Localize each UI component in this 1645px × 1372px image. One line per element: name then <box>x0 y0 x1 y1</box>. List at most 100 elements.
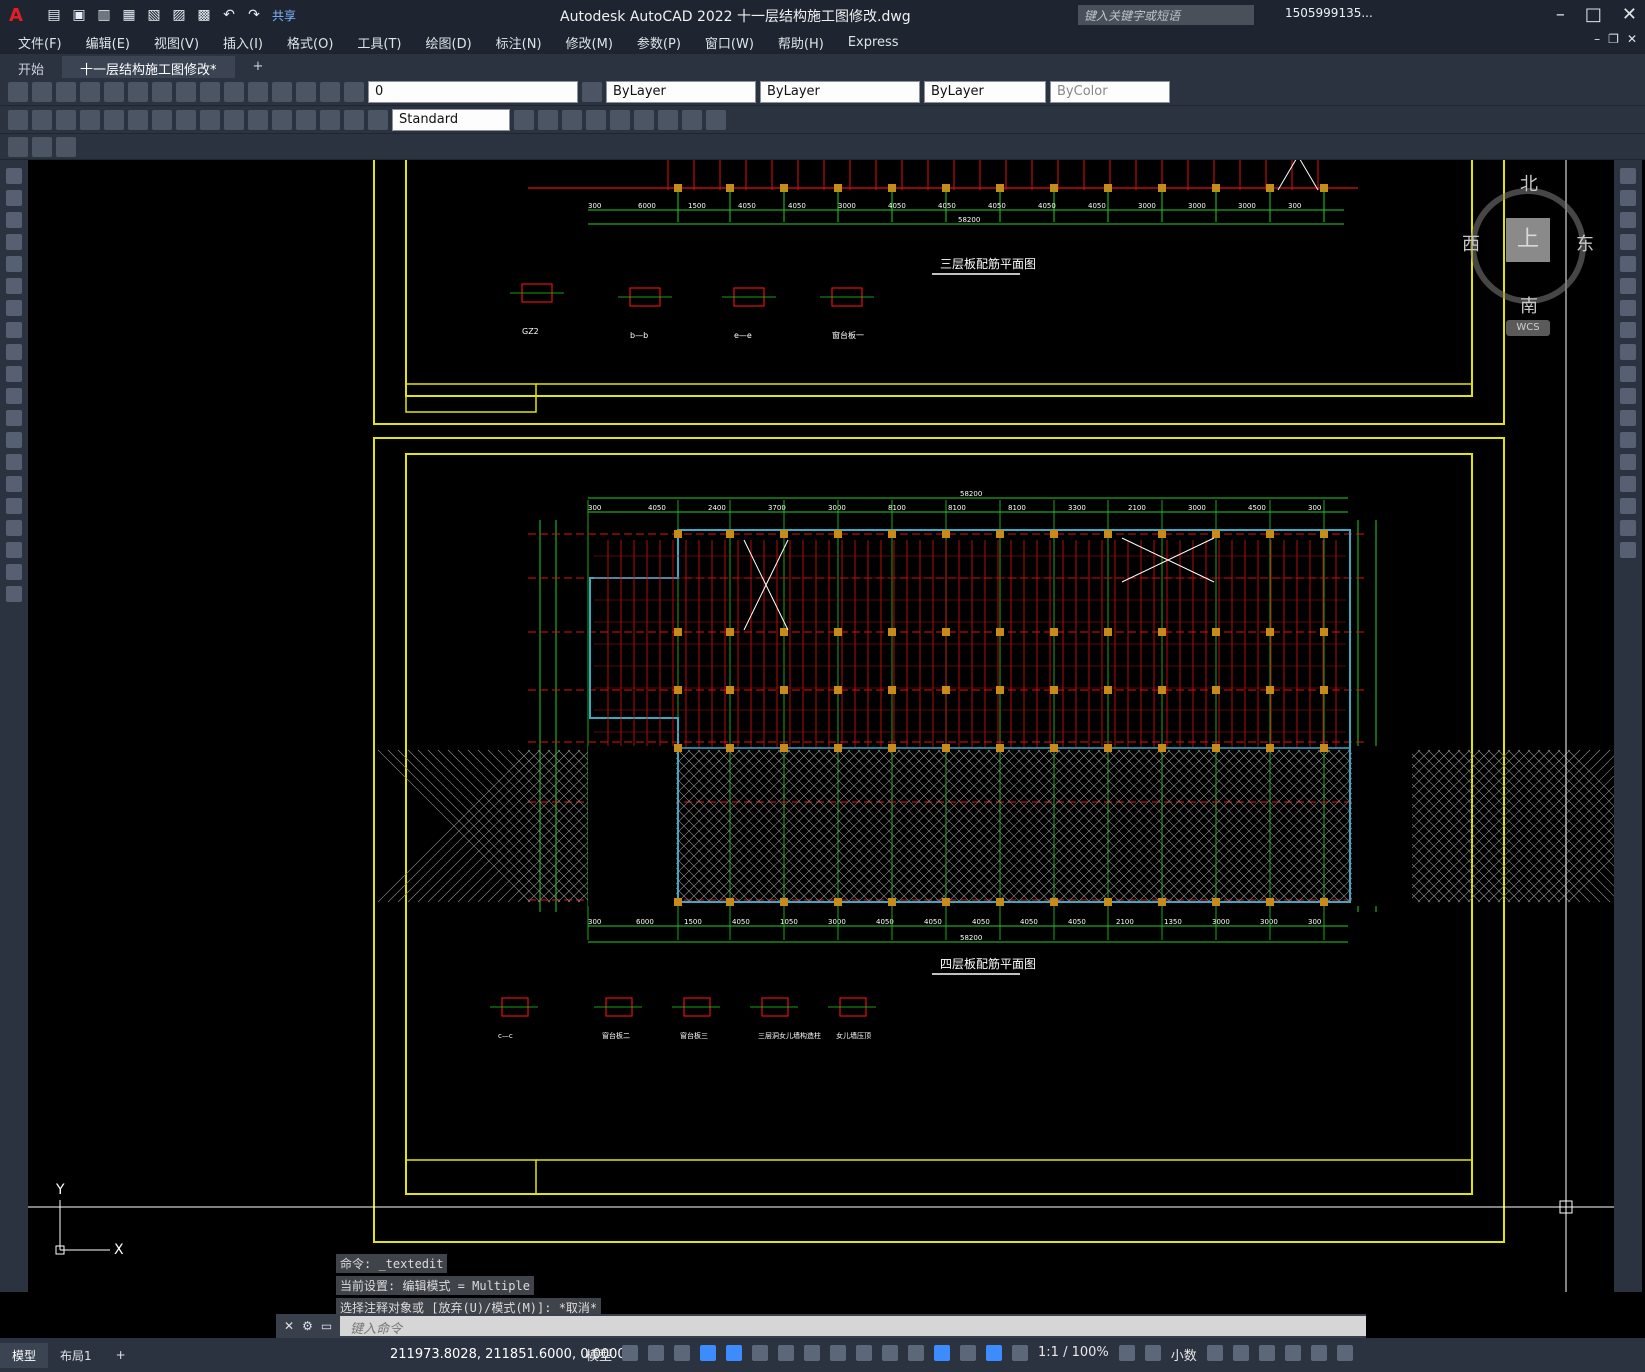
command-input[interactable]: 键入命令 <box>340 1316 1366 1337</box>
layer-dropdown[interactable]: 0 <box>368 80 578 103</box>
polygon-icon[interactable] <box>6 234 22 250</box>
menu-item[interactable]: 窗口(W) <box>705 33 754 52</box>
modify-icon[interactable] <box>610 109 630 130</box>
arc-icon[interactable] <box>6 278 22 294</box>
isodraft-icon[interactable] <box>778 1345 795 1361</box>
viewcube-face[interactable]: 上 <box>1506 218 1550 262</box>
diameter-icon[interactable] <box>152 109 172 130</box>
preview-icon[interactable] <box>104 81 124 102</box>
save-icon[interactable] <box>56 81 76 102</box>
polyline-icon[interactable] <box>6 212 22 228</box>
tool-b-icon[interactable] <box>32 136 52 157</box>
web-mobile-icon[interactable]: ▧ <box>144 5 164 25</box>
radius-icon[interactable] <box>104 109 124 130</box>
inspect-icon[interactable] <box>320 109 340 130</box>
clean-screen-icon[interactable] <box>1310 1345 1327 1361</box>
osnap-icon[interactable] <box>830 1345 847 1361</box>
move-icon[interactable] <box>1620 278 1636 294</box>
dimstyle-dropdown[interactable]: Standard <box>392 108 510 131</box>
mirror-icon[interactable] <box>658 109 678 130</box>
new-file-icon[interactable]: ▤ <box>44 5 64 25</box>
paste-icon[interactable] <box>176 81 196 102</box>
dynamic-ucs-icon[interactable] <box>960 1345 977 1361</box>
ortho-icon[interactable] <box>726 1345 743 1361</box>
array-icon[interactable] <box>706 109 726 130</box>
break-point-icon[interactable] <box>1620 410 1636 426</box>
circle-icon[interactable] <box>6 300 22 316</box>
workspace-icon[interactable] <box>1118 1345 1135 1361</box>
break-icon[interactable] <box>1620 432 1636 448</box>
tab-start[interactable]: 开始 <box>0 56 62 78</box>
layout-tab-layout1[interactable]: 布局1 <box>48 1343 104 1368</box>
open-file-icon[interactable]: ▣ <box>69 5 89 25</box>
offset-icon[interactable] <box>682 109 702 130</box>
mtext-icon[interactable] <box>6 564 22 580</box>
doc-close-icon[interactable]: ✕ <box>1627 32 1637 46</box>
auto-scale-icon[interactable] <box>1012 1345 1029 1361</box>
spline-icon[interactable] <box>6 344 22 360</box>
menu-item[interactable]: 文件(F) <box>18 33 62 52</box>
menu-item[interactable]: 工具(T) <box>357 33 401 52</box>
construction-line-icon[interactable] <box>6 190 22 206</box>
units-dropdown[interactable]: 小数 <box>1171 1345 1197 1364</box>
rectangle-icon[interactable] <box>6 256 22 272</box>
point-icon[interactable] <box>6 454 22 470</box>
grid-icon[interactable] <box>622 1345 639 1361</box>
open-icon[interactable] <box>32 81 52 102</box>
search-input[interactable]: 键入关键字或短语 <box>1078 5 1254 25</box>
annotation-monitor-icon[interactable] <box>1144 1345 1161 1361</box>
linetype-dropdown[interactable]: ByLayer <box>760 80 920 103</box>
menu-item[interactable]: 标注(N) <box>496 33 542 52</box>
customize-icon[interactable]: ⚙ <box>302 1319 313 1333</box>
attribute-icon[interactable] <box>586 109 606 130</box>
dynamic-input-icon[interactable] <box>700 1345 717 1361</box>
undo-icon[interactable] <box>200 81 220 102</box>
properties-icon[interactable] <box>296 81 316 102</box>
publish-icon[interactable]: ▨ <box>169 5 189 25</box>
infer-icon[interactable] <box>674 1345 691 1361</box>
join-icon[interactable] <box>1620 454 1636 470</box>
line-icon[interactable] <box>6 168 22 184</box>
plotstyle-dropdown[interactable]: ByColor <box>1050 80 1170 103</box>
insert-block-icon[interactable] <box>6 410 22 426</box>
zoom-icon[interactable] <box>272 81 292 102</box>
linear-dim-icon[interactable] <box>8 109 28 130</box>
doc-minimize-icon[interactable]: – <box>1594 32 1600 46</box>
tool-c-icon[interactable] <box>56 136 76 157</box>
share-button[interactable]: 共享 <box>272 7 296 24</box>
color-dropdown[interactable]: ByLayer <box>606 80 756 103</box>
model-space-toggle[interactable]: 模型 <box>586 1345 612 1364</box>
tool-a-icon[interactable] <box>8 136 28 157</box>
menu-item[interactable]: 格式(O) <box>287 33 333 52</box>
close-command-icon[interactable]: ✕ <box>284 1319 294 1333</box>
recent-commands-icon[interactable]: ▭ <box>321 1319 332 1333</box>
save-as-icon[interactable]: ▦ <box>119 5 139 25</box>
redo-icon[interactable] <box>224 81 244 102</box>
ellipse-arc-icon[interactable] <box>6 388 22 404</box>
block-icon[interactable] <box>538 109 558 130</box>
autocad-logo-icon[interactable]: A <box>0 0 32 30</box>
compass-south[interactable]: 南 <box>1520 292 1538 318</box>
maximize-icon[interactable]: □ <box>1585 4 1602 25</box>
extend-icon[interactable] <box>1620 388 1636 404</box>
snap-icon[interactable] <box>648 1345 665 1361</box>
make-block-icon[interactable] <box>6 432 22 448</box>
stretch-icon[interactable] <box>1620 344 1636 360</box>
erase-icon[interactable] <box>1620 168 1636 184</box>
pan-icon[interactable] <box>248 81 268 102</box>
copy-icon[interactable] <box>1620 190 1636 206</box>
lock-ui-icon[interactable] <box>1232 1345 1249 1361</box>
cut-icon[interactable] <box>128 81 148 102</box>
annotation-scale[interactable]: 1:1 / 100% <box>1038 1345 1109 1364</box>
insert-icon[interactable] <box>562 109 582 130</box>
osnap-track-icon[interactable] <box>804 1345 821 1361</box>
save-icon[interactable]: ▥ <box>94 5 114 25</box>
add-layout-button[interactable]: + <box>104 1344 138 1366</box>
menu-item[interactable]: 视图(V) <box>154 33 199 52</box>
lineweight-icon[interactable] <box>856 1345 873 1361</box>
revcloud-icon[interactable] <box>6 322 22 338</box>
offset-icon[interactable] <box>1620 234 1636 250</box>
lineweight-dropdown[interactable]: ByLayer <box>924 80 1046 103</box>
center-mark-icon[interactable] <box>296 109 316 130</box>
tab-drawing[interactable]: 十一层结构施工图修改* <box>62 56 235 78</box>
